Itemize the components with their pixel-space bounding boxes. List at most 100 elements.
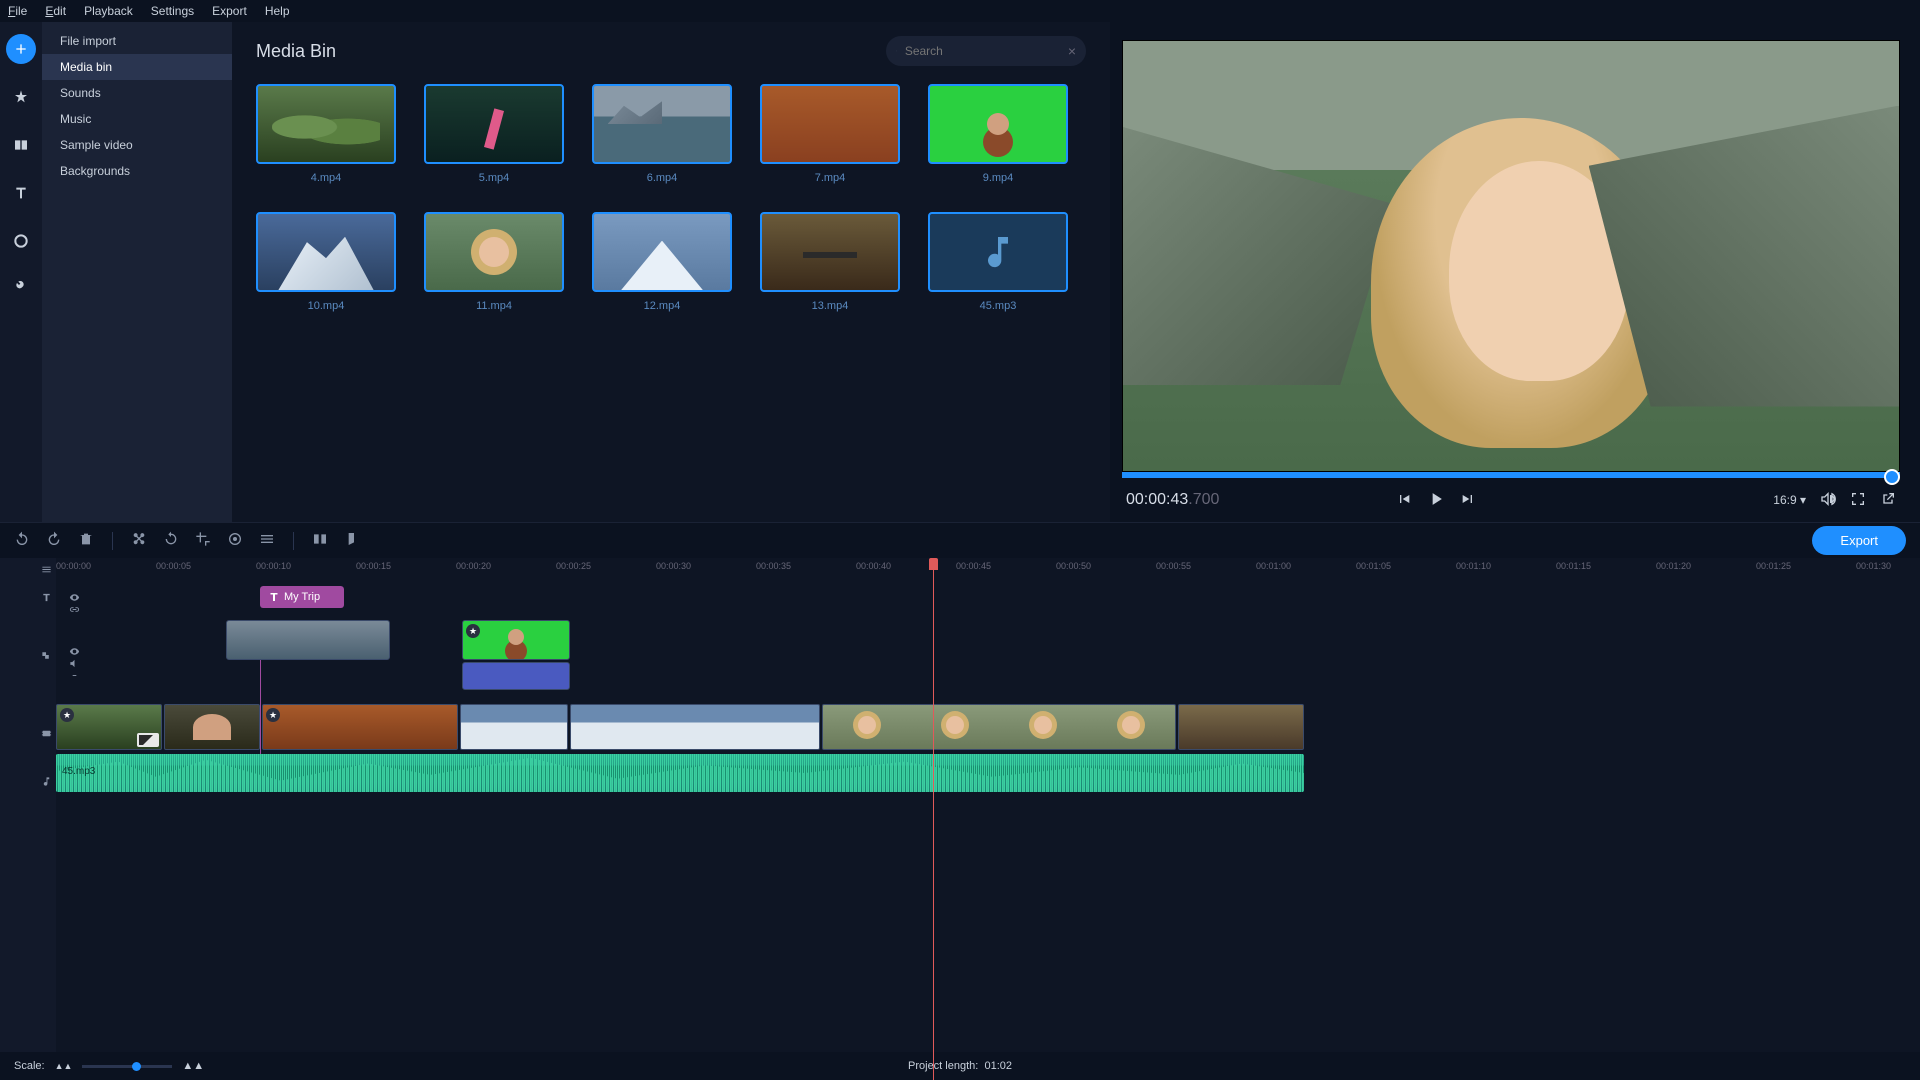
media-item[interactable]: 12.mp4 [592, 212, 732, 312]
search-icon [896, 44, 897, 58]
ruler-tick: 00:00:10 [256, 561, 291, 571]
ruler-tick: 00:01:20 [1656, 561, 1691, 571]
media-item[interactable]: 5.mp4 [424, 84, 564, 184]
media-label: 6.mp4 [647, 172, 678, 184]
sidebar-item-music[interactable]: Music [42, 106, 232, 132]
media-label: 11.mp4 [476, 300, 512, 312]
rail-titles-icon[interactable] [6, 178, 36, 208]
preview-frame[interactable] [1122, 40, 1900, 472]
audio-clip[interactable]: 45.mp3 [56, 754, 1304, 792]
popout-icon[interactable] [1880, 491, 1896, 510]
star-badge-icon: ★ [466, 624, 480, 638]
sidebar-item-file-import[interactable]: File import [42, 28, 232, 54]
video-clip[interactable] [570, 704, 820, 750]
search-input[interactable] [905, 44, 1060, 58]
crop-icon[interactable] [195, 531, 211, 550]
media-bin: Media Bin × 4.mp4 5.mp4 6.mp4 7.mp4 9.mp… [232, 22, 1110, 522]
preview-scrubber[interactable] [1122, 472, 1900, 478]
scale-slider[interactable] [82, 1065, 172, 1068]
video-clip[interactable]: ★ [56, 704, 162, 750]
rail-import-icon[interactable] [6, 34, 36, 64]
delete-icon[interactable] [78, 531, 94, 550]
bin-title: Media Bin [256, 41, 336, 62]
ruler-tick: 00:00:25 [556, 561, 591, 571]
rail-tools-icon[interactable] [6, 274, 36, 304]
media-label: 13.mp4 [812, 300, 849, 312]
overlay-clip-green[interactable]: ★ [462, 620, 570, 660]
search-wrap: × [886, 36, 1086, 66]
cut-icon[interactable] [131, 531, 147, 550]
media-item[interactable]: 7.mp4 [760, 84, 900, 184]
sidebar-item-sounds[interactable]: Sounds [42, 80, 232, 106]
sidebar-item-media-bin[interactable]: Media bin [42, 54, 232, 80]
menu-file[interactable]: File [8, 4, 27, 18]
next-frame-icon[interactable] [1460, 491, 1476, 510]
media-item[interactable]: 6.mp4 [592, 84, 732, 184]
title-clip[interactable]: My Trip [260, 586, 344, 610]
marker-icon[interactable] [344, 531, 360, 550]
video-clip[interactable] [1178, 704, 1304, 750]
media-item[interactable]: 45.mp3 [928, 212, 1068, 312]
sidebar-categories: File import Media bin Sounds Music Sampl… [42, 22, 232, 522]
menu-edit[interactable]: Edit [45, 4, 66, 18]
media-item[interactable]: 4.mp4 [256, 84, 396, 184]
menu-export[interactable]: Export [212, 4, 247, 18]
media-label: 12.mp4 [644, 300, 681, 312]
project-length: Project length: 01:02 [908, 1060, 1012, 1072]
ruler-tick: 00:00:20 [456, 561, 491, 571]
rail-transitions-icon[interactable] [6, 130, 36, 160]
ruler-tick: 00:01:05 [1356, 561, 1391, 571]
export-button[interactable]: Export [1812, 526, 1906, 555]
timeline-ruler[interactable]: 00:00:0000:00:0500:00:1000:00:1500:00:20… [56, 558, 1920, 578]
aspect-ratio-selector[interactable]: 16:9 ▾ [1773, 493, 1806, 507]
volume-icon[interactable] [1820, 491, 1836, 510]
ruler-tick: 00:01:15 [1556, 561, 1591, 571]
playhead[interactable] [933, 558, 934, 1080]
ruler-tick: 00:00:35 [756, 561, 791, 571]
video-clip[interactable] [460, 704, 568, 750]
video-clip[interactable]: ★ [262, 704, 458, 750]
rail-stickers-icon[interactable] [6, 226, 36, 256]
media-item[interactable]: 11.mp4 [424, 212, 564, 312]
media-item[interactable]: 10.mp4 [256, 212, 396, 312]
video-clip[interactable] [822, 704, 1176, 750]
ruler-tick: 00:01:25 [1756, 561, 1791, 571]
overlay-clip-blue[interactable] [462, 662, 570, 690]
preview-panel: 00:00:43.700 16:9 ▾ [1110, 22, 1920, 522]
rotate-icon[interactable] [163, 531, 179, 550]
zoom-out-icon[interactable]: ▲▲ [55, 1061, 73, 1071]
overlay-clip-lake[interactable] [226, 620, 390, 660]
media-label: 9.mp4 [983, 172, 1014, 184]
color-icon[interactable] [227, 531, 243, 550]
ruler-tick: 00:00:15 [356, 561, 391, 571]
ruler-tick: 00:00:55 [1156, 561, 1191, 571]
transition-icon[interactable] [312, 531, 328, 550]
redo-icon[interactable] [46, 531, 62, 550]
timeline: 00:00:0000:00:0500:00:1000:00:1500:00:20… [0, 558, 1920, 1080]
timeline-toolbar: Export [0, 522, 1920, 558]
prev-frame-icon[interactable] [1396, 491, 1412, 510]
track-headers [0, 558, 56, 1080]
menubar: File Edit Playback Settings Export Help [0, 0, 1920, 22]
transition-badge-icon [137, 733, 159, 747]
add-track-icon[interactable] [41, 564, 52, 575]
undo-icon[interactable] [14, 531, 30, 550]
media-item[interactable]: 9.mp4 [928, 84, 1068, 184]
media-item[interactable]: 13.mp4 [760, 212, 900, 312]
menu-help[interactable]: Help [265, 4, 290, 18]
rail-effects-icon[interactable] [6, 82, 36, 112]
play-icon[interactable] [1426, 489, 1446, 512]
fullscreen-icon[interactable] [1850, 491, 1866, 510]
ruler-tick: 00:00:05 [156, 561, 191, 571]
sidebar-item-backgrounds[interactable]: Backgrounds [42, 158, 232, 184]
video-clip[interactable] [164, 704, 260, 750]
zoom-in-icon[interactable]: ▲▲ [182, 1060, 204, 1072]
properties-icon[interactable] [259, 531, 275, 550]
star-badge-icon: ★ [60, 708, 74, 722]
search-clear-icon[interactable]: × [1068, 43, 1076, 59]
ruler-tick: 00:01:00 [1256, 561, 1291, 571]
menu-settings[interactable]: Settings [151, 4, 194, 18]
media-label: 4.mp4 [311, 172, 342, 184]
sidebar-item-sample-video[interactable]: Sample video [42, 132, 232, 158]
menu-playback[interactable]: Playback [84, 4, 133, 18]
